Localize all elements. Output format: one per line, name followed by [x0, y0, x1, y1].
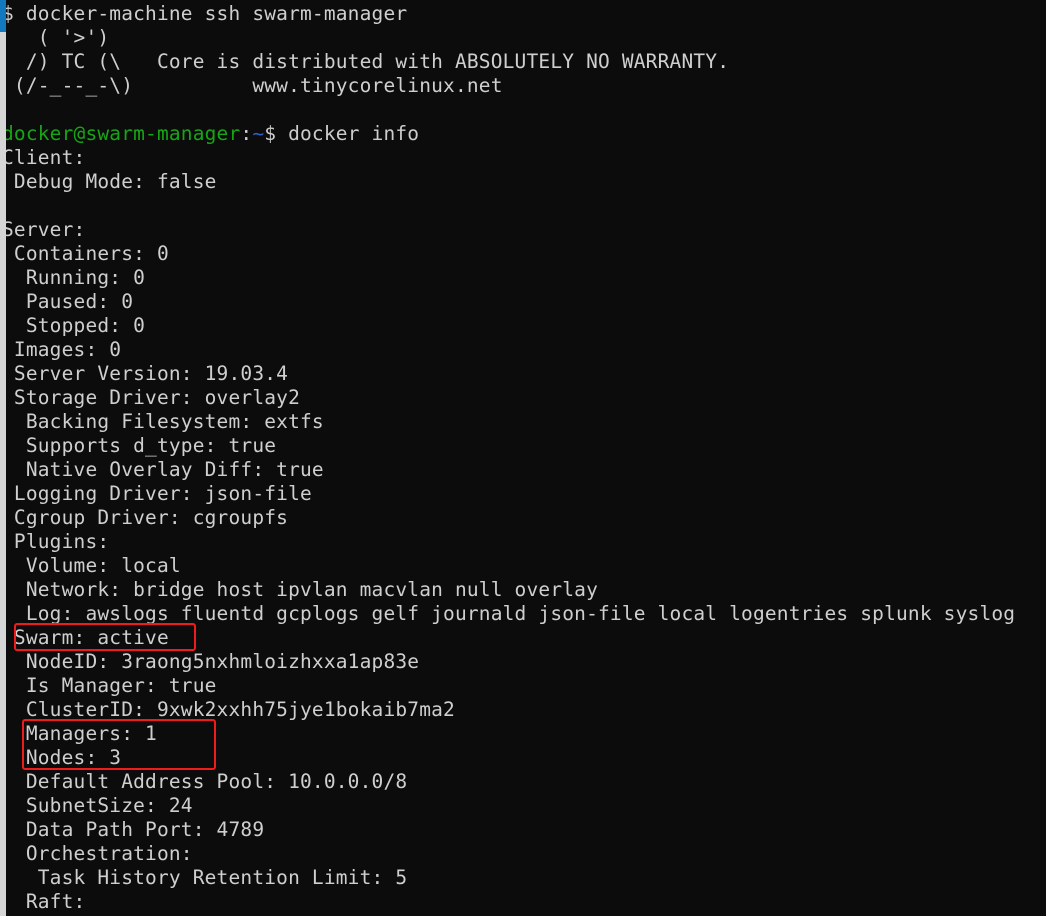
prompt-user-host: docker@swarm-manager — [2, 122, 241, 145]
terminal-line: Storage Driver: overlay2 — [2, 386, 300, 409]
terminal-line: Native Overlay Diff: true — [2, 458, 324, 481]
terminal-line: $ docker-machine ssh swarm-manager — [2, 2, 408, 25]
terminal-line: Raft: — [2, 890, 86, 913]
terminal-line: ( '>') — [2, 26, 110, 49]
terminal-line: ClusterID: 9xwk2xxhh75jye1bokaib7ma2 — [2, 698, 455, 721]
terminal-line: Log: awslogs fluentd gcplogs gelf journa… — [2, 602, 1016, 625]
terminal-line: Debug Mode: false — [2, 170, 217, 193]
terminal-line: Network: bridge host ipvlan macvlan null… — [2, 578, 598, 601]
terminal-line: Paused: 0 — [2, 290, 134, 313]
prompt-cwd: ~ — [252, 122, 265, 145]
terminal-window: $ docker-machine ssh swarm-manager ( '>'… — [0, 0, 1046, 916]
terminal-line: NodeID: 3raong5nxhmloizhxxa1ap83e — [2, 650, 420, 673]
terminal-line: Server Version: 19.03.4 — [2, 362, 289, 385]
terminal-line: Default Address Pool: 10.0.0.0/8 — [2, 770, 408, 793]
terminal-line: Is Manager: true — [2, 674, 217, 697]
terminal-line: Backing Filesystem: extfs — [2, 410, 324, 433]
terminal-line: Client: — [2, 146, 86, 169]
terminal-line: Nodes: 3 — [2, 746, 122, 769]
terminal-line: Orchestration: — [2, 842, 193, 865]
terminal-line: (/-_--_-\) www.tinycorelinux.net — [2, 74, 503, 97]
terminal-line: Containers: 0 — [2, 242, 169, 265]
shell-prompt-line: docker@swarm-manager:~$ docker info — [0, 122, 419, 146]
terminal-line: Swarm: active — [2, 626, 169, 649]
terminal-line: Volume: local — [2, 554, 181, 577]
vertical-scrollbar-track[interactable] — [0, 0, 6, 916]
terminal-line: Running: 0 — [2, 266, 146, 289]
terminal-line: Data Path Port: 4789 — [2, 818, 265, 841]
terminal-line: Plugins: — [2, 530, 110, 553]
terminal-line: Logging Driver: json-file — [2, 482, 312, 505]
terminal-line: /) TC (\ Core is distributed with ABSOLU… — [2, 50, 730, 73]
terminal-screen[interactable]: $ docker-machine ssh swarm-manager ( '>'… — [0, 0, 1046, 916]
terminal-line: Managers: 1 — [2, 722, 157, 745]
prompt-command: $ docker info — [264, 122, 420, 145]
prompt-colon: : — [240, 122, 253, 145]
terminal-line: Stopped: 0 — [2, 314, 146, 337]
terminal-line: Task History Retention Limit: 5 — [2, 866, 408, 889]
terminal-line: Supports d_type: true — [2, 434, 277, 457]
vertical-scrollbar-thumb[interactable] — [0, 0, 6, 32]
terminal-line: SubnetSize: 24 — [2, 794, 193, 817]
terminal-line: Cgroup Driver: cgroupfs — [2, 506, 289, 529]
terminal-line: Server: — [2, 218, 86, 241]
terminal-line: Images: 0 — [2, 338, 122, 361]
